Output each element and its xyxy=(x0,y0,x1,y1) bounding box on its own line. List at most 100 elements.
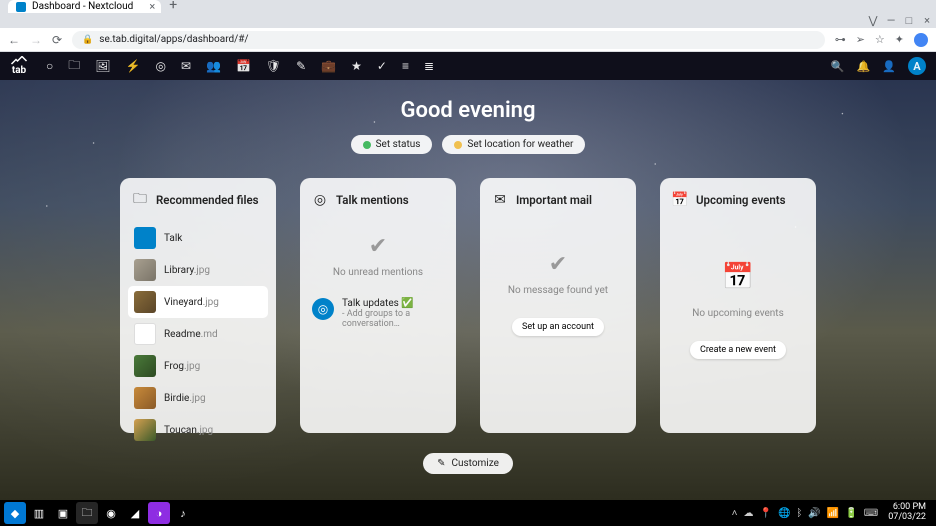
close-window-icon[interactable]: × xyxy=(922,16,932,26)
tab-title: Dashboard - Nextcloud xyxy=(32,1,133,12)
set-weather-button[interactable]: Set location for weather xyxy=(442,135,585,154)
file-item[interactable]: Birdie.jpg xyxy=(128,382,268,414)
stack-icon[interactable]: ◢ xyxy=(124,502,146,524)
tray-up-icon[interactable]: ˄ xyxy=(732,508,738,519)
file-item[interactable]: Toucan.jpg xyxy=(128,414,268,446)
calendar-empty-icon: 📅 xyxy=(722,262,754,292)
tray-battery-icon[interactable]: 🔋 xyxy=(845,508,857,519)
vpn-icon[interactable]: ⋁ xyxy=(868,16,878,26)
notes-icon[interactable]: ✎ xyxy=(296,59,306,73)
file-item[interactable]: Frog.jpg xyxy=(128,350,268,382)
star-icon[interactable]: ☆ xyxy=(875,33,885,46)
widget-title: Talk mentions xyxy=(336,193,409,207)
music-icon[interactable]: ♪ xyxy=(172,502,194,524)
files-icon[interactable]: 🗀 xyxy=(68,56,80,77)
system-tray[interactable]: ˄ ☁ 📍 🌐 ᛒ 🔊 📶 🔋 ⌨ xyxy=(732,508,879,519)
empty-message: No unread mentions xyxy=(333,267,423,278)
browser-extensions: ⊶ ➢ ☆ ✦ xyxy=(835,33,928,47)
deck-icon[interactable]: 💼 xyxy=(321,59,336,73)
minimize-icon[interactable]: — xyxy=(886,16,896,26)
notifications-icon[interactable]: 🔔 xyxy=(857,60,871,73)
taskview-icon[interactable]: ▥ xyxy=(28,502,50,524)
new-tab-button[interactable]: + xyxy=(165,0,181,13)
nextcloud-app-icons: ○ 🗀 🖼 ⚡ ◎ ✉ 👥 📅 🛡 ✎ 💼 ★ ✓ ≡ ≣ xyxy=(46,56,434,77)
customize-button[interactable]: ✎ Customize xyxy=(423,453,513,474)
status-online-icon xyxy=(363,141,371,149)
tray-bluetooth-icon[interactable]: ᛒ xyxy=(796,508,802,519)
calendar-icon[interactable]: 📅 xyxy=(236,59,251,73)
tray-network-icon[interactable]: 🌐 xyxy=(778,508,790,519)
forward-icon[interactable]: → xyxy=(30,33,42,47)
create-event-button[interactable]: Create a new event xyxy=(690,341,786,359)
pencil-icon: ✎ xyxy=(437,458,445,469)
tray-lang-icon[interactable]: ⌨ xyxy=(864,508,878,519)
app-icon[interactable]: ◑ xyxy=(148,502,170,524)
tray-wifi-icon[interactable]: 📶 xyxy=(827,508,839,519)
talk-avatar-icon: ◎ xyxy=(312,298,334,320)
file-name: Toucan.jpg xyxy=(164,425,213,436)
keeweb-icon[interactable]: ≡ xyxy=(402,59,409,73)
terminal-icon[interactable]: ▣ xyxy=(52,502,74,524)
tray-cloud-icon[interactable]: ☁ xyxy=(744,508,754,519)
mail-widget-icon: ✉ xyxy=(492,192,508,208)
browser-tab[interactable]: Dashboard - Nextcloud × xyxy=(8,0,161,13)
file-thumb xyxy=(134,323,156,345)
window-titlebar: ⋁ — □ × xyxy=(0,13,936,28)
file-item[interactable]: Vineyard.jpg xyxy=(128,286,268,318)
photos-icon[interactable]: 🖼 xyxy=(95,59,110,73)
start-icon[interactable]: ◆ xyxy=(4,502,26,524)
nextcloud-logo[interactable]: tab xyxy=(10,56,28,76)
nextcloud-header: tab ○ 🗀 🖼 ⚡ ◎ ✉ 👥 📅 🛡 ✎ 💼 ★ ✓ ≡ ≣ 🔍 🔔 👤 … xyxy=(0,52,936,80)
widget-title: Upcoming events xyxy=(696,193,786,207)
os-taskbar: ◆ ▥ ▣ 🗀 ◉ ◢ ◑ ♪ ˄ ☁ 📍 🌐 ᛒ 🔊 📶 🔋 ⌨ 6:00 P… xyxy=(0,500,936,526)
share-icon[interactable]: ➢ xyxy=(856,33,865,46)
file-name: Vineyard.jpg xyxy=(164,297,219,308)
empty-message: No message found yet xyxy=(508,285,608,296)
reload-icon[interactable]: ⟳ xyxy=(52,33,62,47)
files-app-icon[interactable]: 🗀 xyxy=(76,502,98,524)
file-thumb xyxy=(134,259,156,281)
file-item[interactable]: Readme.md xyxy=(128,318,268,350)
tray-volume-icon[interactable]: 🔊 xyxy=(808,508,820,519)
user-avatar[interactable]: A xyxy=(908,57,926,75)
chrome-profile-icon[interactable] xyxy=(914,33,928,47)
dashboard-icon[interactable]: ○ xyxy=(46,59,53,73)
tray-location-icon[interactable]: 📍 xyxy=(760,508,772,519)
talk-update-item[interactable]: ◎ Talk updates ✅ - Add groups to a conve… xyxy=(308,294,448,333)
widget-important-mail: ✉ Important mail ✔ No message found yet … xyxy=(480,178,636,433)
file-name: Library.jpg xyxy=(164,265,210,276)
file-name: Talk xyxy=(164,233,182,244)
favicon xyxy=(16,2,26,12)
taskbar-clock[interactable]: 6:00 PM 07/03/22 xyxy=(888,503,926,523)
passwords-icon[interactable]: 🛡 xyxy=(266,59,281,73)
contacts-icon[interactable]: 👥 xyxy=(206,59,221,73)
set-status-button[interactable]: Set status xyxy=(351,135,433,154)
talk-icon[interactable]: ◎ xyxy=(155,59,165,73)
greeting-text: Good evening xyxy=(401,98,536,123)
key-icon[interactable]: ⊶ xyxy=(835,33,846,46)
contacts-menu-icon[interactable]: 👤 xyxy=(882,60,896,73)
file-item[interactable]: Library.jpg xyxy=(128,254,268,286)
more-apps-icon[interactable]: ≣ xyxy=(424,59,434,73)
browser-tab-strip: Dashboard - Nextcloud × + xyxy=(0,0,936,13)
url-input[interactable]: 🔒 se.tab.digital/apps/dashboard/#/ xyxy=(72,31,825,49)
bookmarks-icon[interactable]: ★ xyxy=(351,59,362,73)
search-icon[interactable]: 🔍 xyxy=(831,60,845,73)
widget-talk-mentions: ◎ Talk mentions ✔ No unread mentions ◎ T… xyxy=(300,178,456,433)
empty-message: No upcoming events xyxy=(692,308,783,319)
check-icon: ✔ xyxy=(549,252,567,277)
back-icon[interactable]: ← xyxy=(8,33,20,47)
activity-icon[interactable]: ⚡ xyxy=(126,59,141,73)
file-item[interactable]: Talk xyxy=(128,222,268,254)
widget-title: Recommended files xyxy=(156,193,259,207)
mail-icon[interactable]: ✉ xyxy=(181,59,191,73)
chrome-app-icon[interactable]: ◉ xyxy=(100,502,122,524)
setup-account-button[interactable]: Set up an account xyxy=(512,318,604,336)
close-tab-icon[interactable]: × xyxy=(149,0,155,13)
file-thumb xyxy=(134,419,156,441)
folder-icon: 🗀 xyxy=(132,192,148,208)
puzzle-icon[interactable]: ✦ xyxy=(895,33,904,46)
tasks-icon[interactable]: ✓ xyxy=(377,59,387,73)
maximize-icon[interactable]: □ xyxy=(904,16,914,26)
file-thumb xyxy=(134,227,156,249)
